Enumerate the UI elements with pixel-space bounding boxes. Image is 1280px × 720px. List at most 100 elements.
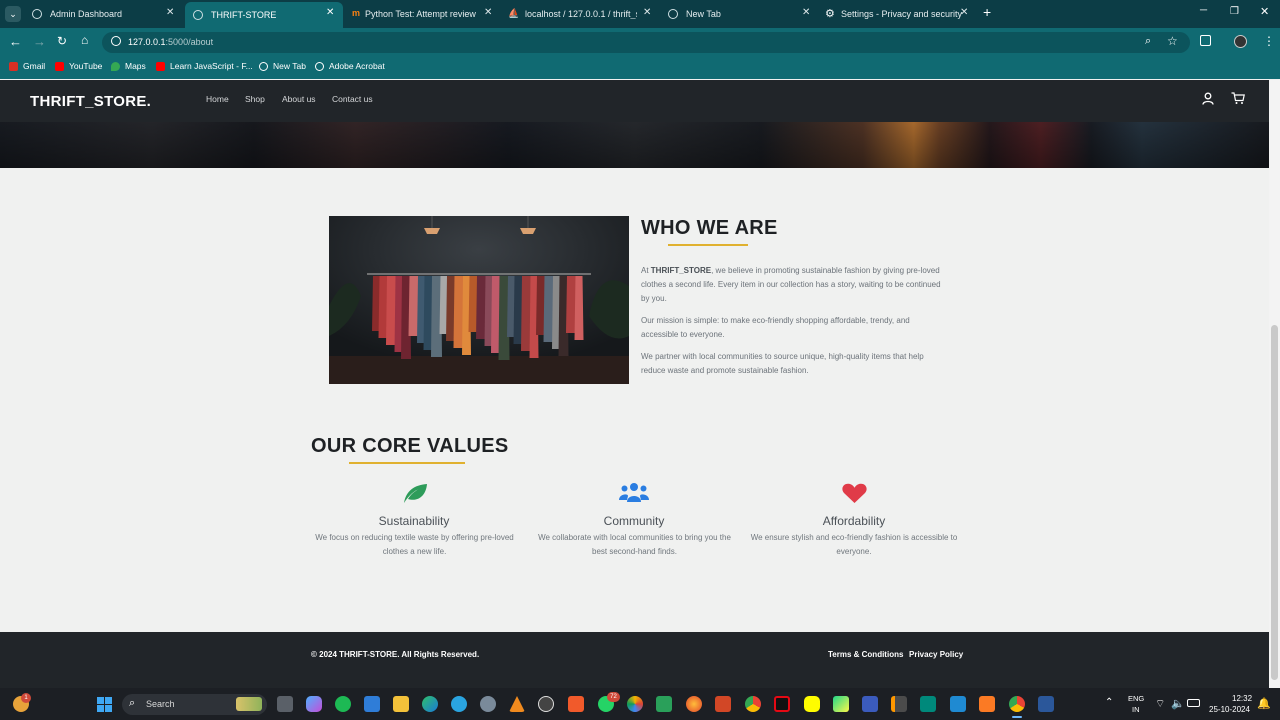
photos-icon[interactable] bbox=[627, 696, 643, 712]
zoom-icon[interactable]: ⌕ bbox=[1145, 35, 1151, 48]
task-view-icon[interactable] bbox=[277, 696, 293, 712]
bookmark-adobe-acrobat[interactable]: Adobe Acrobat bbox=[315, 61, 385, 71]
bookmark-gmail[interactable]: Gmail bbox=[9, 61, 45, 71]
xampp-icon[interactable] bbox=[979, 696, 995, 712]
site-footer: © 2024 THRIFT-STORE. All Rights Reserved… bbox=[0, 632, 1269, 688]
site-info-icon[interactable] bbox=[111, 36, 121, 46]
tab-phpmyadmin[interactable]: ⛵ localhost / 127.0.0.1 / thrift_stor bbox=[500, 3, 652, 25]
leaf-icon bbox=[404, 484, 427, 503]
chrome-active-icon[interactable] bbox=[1009, 696, 1025, 712]
close-icon[interactable]: ✕ bbox=[326, 7, 334, 18]
url-text[interactable]: 127.0.0.1:5000/about bbox=[128, 37, 213, 47]
home-icon[interactable]: ⌂ bbox=[81, 33, 88, 47]
maps-app-icon[interactable] bbox=[656, 696, 672, 712]
copilot-icon[interactable] bbox=[306, 696, 322, 712]
bookmark-maps[interactable]: Maps bbox=[111, 61, 146, 71]
tab-admin-dashboard[interactable]: Admin Dashboard bbox=[24, 3, 184, 25]
battery-icon[interactable] bbox=[1187, 699, 1200, 707]
firefox-icon[interactable] bbox=[686, 696, 702, 712]
language-region[interactable]: IN bbox=[1132, 705, 1140, 714]
brave-icon[interactable] bbox=[568, 696, 584, 712]
profile-avatar[interactable] bbox=[1234, 35, 1247, 48]
news-icon[interactable] bbox=[862, 696, 878, 712]
bookmark-label: Gmail bbox=[23, 61, 46, 71]
extensions-icon[interactable] bbox=[1200, 35, 1211, 46]
close-icon[interactable]: ✕ bbox=[960, 7, 968, 18]
youtube-icon bbox=[55, 61, 64, 71]
scrollbar-thumb[interactable] bbox=[1271, 325, 1278, 680]
windows-start-icon[interactable] bbox=[97, 697, 112, 712]
restore-icon[interactable]: ❐ bbox=[1230, 6, 1239, 17]
back-arrow-icon[interactable]: ← bbox=[9, 34, 22, 49]
bookmark-youtube[interactable]: YouTube bbox=[55, 61, 102, 71]
snapchat-icon[interactable] bbox=[804, 696, 820, 712]
tab-title: Settings - Privacy and security bbox=[841, 9, 963, 19]
nav-home[interactable]: Home bbox=[206, 94, 229, 104]
settings-app-icon[interactable] bbox=[480, 696, 496, 712]
close-icon[interactable]: ✕ bbox=[643, 7, 651, 18]
bookmark-new-tab[interactable]: New Tab bbox=[259, 61, 306, 71]
minimize-icon[interactable]: ─ bbox=[1200, 5, 1207, 16]
netflix-icon[interactable] bbox=[774, 696, 790, 712]
powerpoint-icon[interactable] bbox=[715, 696, 731, 712]
hero-banner-image bbox=[0, 122, 1269, 168]
tab-python-test[interactable]: m Python Test: Attempt review bbox=[344, 3, 499, 25]
word-icon[interactable] bbox=[1038, 696, 1054, 712]
terms-link[interactable]: Terms & Conditions bbox=[828, 650, 903, 659]
spotify-icon[interactable] bbox=[335, 696, 351, 712]
value-title-sustainability: Sustainability bbox=[378, 514, 450, 528]
wifi-icon[interactable]: ⌔ bbox=[1155, 697, 1165, 711]
forward-arrow-icon[interactable]: → bbox=[33, 34, 46, 49]
language-code[interactable]: ENG bbox=[1128, 694, 1144, 703]
close-icon[interactable]: ✕ bbox=[484, 7, 492, 18]
tab-new-tab[interactable]: New Tab bbox=[660, 3, 818, 25]
page-viewport: THRIFT_STORE. Home Shop About us Contact… bbox=[0, 80, 1269, 688]
bookmark-learn-javascript[interactable]: Learn JavaScript - F... bbox=[156, 61, 253, 71]
maps-icon bbox=[111, 61, 120, 71]
media-player-icon[interactable] bbox=[538, 696, 554, 712]
close-icon[interactable]: ✕ bbox=[166, 7, 174, 18]
nav-contact-us[interactable]: Contact us bbox=[332, 94, 373, 104]
pycharm-icon[interactable] bbox=[833, 696, 849, 712]
volume-icon[interactable]: 🔈 bbox=[1171, 697, 1185, 710]
core-values-heading: OUR CORE VALUES bbox=[311, 435, 509, 457]
new-tab-button[interactable]: + bbox=[983, 4, 991, 20]
tab-title: THRIFT-STORE bbox=[211, 10, 277, 20]
clock-time[interactable]: 12:32 bbox=[1232, 694, 1252, 703]
whatsapp-badge: 72 bbox=[607, 692, 620, 702]
nav-shop[interactable]: Shop bbox=[245, 94, 265, 104]
about-paragraph-2: Our mission is simple: to make eco-frien… bbox=[641, 316, 910, 339]
telegram-icon[interactable] bbox=[451, 696, 467, 712]
chrome-icon[interactable] bbox=[745, 696, 761, 712]
file-explorer-icon[interactable] bbox=[393, 696, 409, 712]
reload-icon[interactable]: ↻ bbox=[57, 34, 67, 48]
window-close-icon[interactable]: ✕ bbox=[1260, 5, 1269, 18]
taskbar-search-label: Search bbox=[146, 699, 175, 709]
edge-icon[interactable] bbox=[422, 696, 438, 712]
sublime-icon[interactable] bbox=[891, 696, 907, 712]
tab-thrift-store[interactable]: THRIFT-STORE bbox=[185, 2, 343, 28]
url-field[interactable] bbox=[102, 32, 1190, 53]
tab-settings[interactable]: ⚙ Settings - Privacy and security bbox=[818, 3, 976, 25]
cart-icon[interactable] bbox=[1231, 92, 1245, 105]
who-we-are-heading: WHO WE ARE bbox=[641, 217, 778, 239]
clock-date[interactable]: 25-10-2024 bbox=[1209, 705, 1250, 714]
menu-icon[interactable]: ⋮ bbox=[1263, 34, 1275, 48]
meet-icon[interactable] bbox=[920, 696, 936, 712]
site-brand[interactable]: THRIFT_STORE. bbox=[30, 93, 151, 110]
store-icon[interactable] bbox=[364, 696, 380, 712]
notification-bell-icon[interactable]: 🔔 bbox=[1257, 697, 1271, 710]
tab-title: New Tab bbox=[686, 9, 721, 19]
heading-underline bbox=[349, 462, 465, 464]
privacy-link[interactable]: Privacy Policy bbox=[909, 650, 963, 659]
gear-icon: ⚙ bbox=[825, 8, 835, 20]
youtube-icon bbox=[156, 61, 165, 71]
chevron-up-icon[interactable]: ⌃ bbox=[1105, 697, 1113, 708]
close-icon[interactable]: ✕ bbox=[802, 7, 810, 18]
vscode-icon[interactable] bbox=[950, 696, 966, 712]
search-highlight-image bbox=[236, 697, 262, 711]
nav-about-us[interactable]: About us bbox=[282, 94, 316, 104]
bookmark-star-icon[interactable]: ☆ bbox=[1167, 34, 1178, 48]
user-icon[interactable] bbox=[1202, 92, 1214, 105]
tab-search-button[interactable]: ⌄ bbox=[5, 6, 21, 22]
